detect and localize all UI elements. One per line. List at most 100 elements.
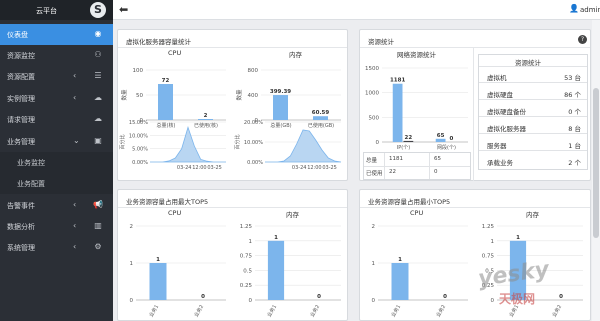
bar-value-label: 0 [317,294,321,300]
stat-value: 8 台 [568,125,581,133]
panel-title: 业务资源容量占用最小TOP5 [368,198,451,206]
x-tick-label: 业务2 [309,304,322,319]
y-tick-label: 0.00% [247,160,263,166]
x-tick-label: 业务2 [435,304,448,319]
bar [403,140,414,142]
bar-value-label: 65 [437,133,445,139]
bar-value-label: 1181 [390,78,405,84]
binoculars-icon: ⚇ [94,50,102,59]
stat-row: 服务器 1 台 [479,137,587,151]
resource-summary-box: 资源统计 虚拟机 53 台 虚拟硬盘 86 个 虚拟硬盘备份 0 个 虚拟化服务… [478,54,588,170]
y-tick-label: 1000 [365,91,379,97]
y-tick-label: 2 [372,224,376,230]
x-tick-label: 12:00 [192,165,206,171]
table-cell: 0 [434,169,438,175]
cpu-usage-trend-chart: 0.00% 5.00% 10.00% 15.00% 百分比 03-24 12:00 03-25 [119,120,226,171]
bar [273,95,288,120]
y-tick-label: 1 [130,261,134,267]
x-tick-label: 03-24 [292,165,307,171]
cpu-chart-title: CPU [168,49,182,57]
sidebar-item-label: 实例管理 [7,95,35,103]
y-tick-label: 400 [248,93,259,99]
y-tick-label: 0 [491,298,495,304]
bar-value-label: 1 [398,257,402,263]
user-name[interactable]: admin [580,6,600,14]
stat-label: 虚拟硬盘 [487,91,513,99]
virtualization-capacity-panel: 虚拟化服务器容量统计 CPU 内存 0 50 100 数量 72 总量(核) 2 已使用(核)… [117,29,348,181]
y-axis-label: 数量 [120,89,128,101]
sidebar-item-label: 资源配置 [7,73,35,81]
y-tick-label: 1.25 [482,224,495,230]
x-tick-label: 网段(个) [437,144,456,151]
chevron-left-icon: ‹ [73,71,77,80]
chevron-left-icon: ‹ [73,242,77,251]
sidebar-item-alarm-events[interactable]: 告警事件 ‹ 📢 [0,195,113,216]
bar [392,83,403,142]
sidebar-subitem-business-monitor[interactable]: 业务监控 [0,152,113,173]
table-cell: 65 [434,156,441,162]
y-tick-label: 1 [491,239,495,245]
sidebar-item-request-manage[interactable]: 请求管理 ☁ [0,109,113,130]
y-axis-label: 百分比 [119,134,126,149]
divider [473,47,474,181]
bar-value-label: 72 [162,78,170,84]
bar-value-label: 399.39 [270,89,291,95]
stat-row: 承载业务 2 个 [479,154,587,168]
book-icon: ▣ [94,136,102,145]
y-tick-label: 0.75 [482,254,495,260]
y-tick-label: 0.25 [240,283,253,289]
chevron-left-icon: ‹ [73,200,77,209]
y-tick-label: 800 [248,68,259,74]
y-tick-label: 100 [133,68,144,74]
table-cell: 1181 [389,156,403,162]
top5-max-panel: 业务资源容量占用最大TOP5 CPU 内存 0 1 2 1 业务1 0 业务2 0 0.25 0… [117,189,348,321]
sidebar-item-instance-manage[interactable]: 实例管理 ‹ ☁ [0,88,113,109]
y-tick-label: 2 [130,224,134,230]
y-tick-label: 5.00% [132,147,148,153]
stat-value: 53 台 [564,74,581,82]
x-tick-label: 03-25 [322,165,337,171]
stat-row: 虚拟硬盘 86 个 [479,86,587,100]
cloud-icon: ☁ [94,93,102,102]
sidebar-item-system-manage[interactable]: 系统管理 ‹ ⚙ [0,237,113,258]
y-tick-label: 50 [136,93,143,99]
y-tick-label: 0.75 [240,254,253,260]
y-tick-label: 10.00% [129,133,148,139]
stat-value: 1 台 [568,142,581,150]
scrollbar-thumb[interactable] [593,88,599,238]
table-cell: 总量 [366,158,378,164]
divider [360,47,590,48]
x-tick-label: 业务2 [551,304,564,319]
sidebar-item-label: 告警事件 [7,202,35,210]
y-tick-label: 500 [369,115,380,121]
bar [267,240,285,300]
logo-icon: S [90,2,106,18]
y-tick-label: 15.00% [129,120,148,126]
bar-value-label: 0 [443,294,447,300]
help-icon[interactable]: ? [578,35,587,44]
network-resource-chart: 0 500 1000 1500 1181 22 IP(个) 65 0 网段(个) [365,66,468,151]
sidebar-item-resource-monitor[interactable]: 资源监控 ⚇ [0,45,113,66]
bar [391,263,409,300]
y-tick-label: 20.00% [244,120,263,126]
sidebar-subitem-business-config[interactable]: 业务配置 [0,173,113,194]
sidebar-item-label: 请求管理 [7,116,35,124]
sidebar-item-dashboard[interactable]: 仪表盘 ◉ [0,24,113,45]
y-tick-label: 0.5 [243,268,252,274]
x-tick-label: 03-24 [177,165,192,171]
chart-icon: ▥ [94,221,102,230]
bar-value-label: 22 [405,135,413,141]
list-icon: ☰ [94,71,102,80]
brand-bar: 云平台 S [0,0,113,20]
sidebar-item-resource-config[interactable]: 资源配置 ‹ ☰ [0,66,113,87]
divider [360,207,590,208]
x-tick-label: IP(个) [397,145,410,151]
sidebar-item-business-manage[interactable]: 业务管理 ⌄ ▣ [0,131,113,152]
sidebar-item-label: 数据分析 [7,223,35,231]
bar-value-label: 0 [449,136,453,142]
sidebar-item-data-analysis[interactable]: 数据分析 ‹ ▥ [0,216,113,237]
back-arrow-icon[interactable]: ⬅ [119,3,128,16]
stat-value: 2 个 [568,159,581,167]
panel-title: 业务资源容量占用最大TOP5 [126,198,209,206]
user-icon[interactable]: 👤 [569,4,579,13]
